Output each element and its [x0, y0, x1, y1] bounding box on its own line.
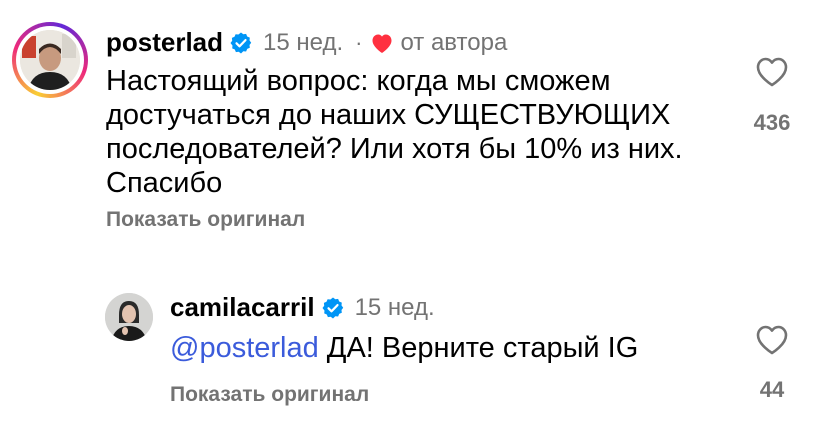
avatar[interactable]	[105, 293, 153, 341]
avatar-photo-camilacarril	[105, 293, 153, 341]
heart-outline-icon[interactable]	[755, 324, 789, 356]
comment-text-line: Спасибо	[106, 167, 223, 199]
liked-by-author-label: от автора	[400, 28, 508, 56]
comment-text: @posterlad ДА! Верните старый IG	[170, 331, 638, 365]
comment-text-body: ДА! Верните старый IG	[318, 332, 639, 364]
show-original-button[interactable]: Показать оригинал	[170, 383, 369, 407]
show-original-button[interactable]: Показать оригинал	[106, 208, 305, 232]
comment-text-line: Настоящий вопрос: когда мы сможем	[106, 65, 611, 97]
separator-dot: ·	[355, 29, 363, 55]
avatar-story-ring[interactable]	[12, 22, 88, 98]
timestamp: 15 нед.	[354, 293, 435, 321]
comment-text-line: достучаться до наших СУЩЕСТВУЮЩИХ	[106, 99, 671, 131]
avatar	[20, 30, 80, 90]
comment-text-line: последователей? Или хотя бы 10% из них.	[106, 133, 683, 165]
comment-text: Настоящий вопрос: когда мы сможем достуч…	[106, 64, 683, 200]
mention-link[interactable]: @posterlad	[170, 332, 319, 364]
verified-badge-icon	[322, 297, 343, 318]
username[interactable]: posterlad	[106, 27, 223, 58]
heart-filled-icon	[372, 34, 392, 53]
comment-header: posterlad 15 нед. · от автора	[106, 27, 507, 58]
like-count: 436	[753, 110, 791, 135]
verified-badge-icon	[230, 32, 252, 53]
like-count: 44	[759, 377, 785, 402]
timestamp: 15 нед.	[263, 28, 344, 56]
comment-header: camilacarril 15 нед.	[170, 292, 435, 323]
username[interactable]: camilacarril	[170, 292, 315, 323]
avatar-photo-posterlad	[20, 30, 80, 90]
heart-outline-icon[interactable]	[755, 56, 789, 88]
